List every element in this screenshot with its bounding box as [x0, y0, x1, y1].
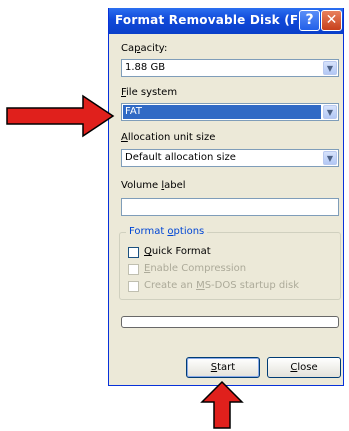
red-arrow-annotation [6, 94, 115, 138]
close-button[interactable]: Close [267, 357, 341, 378]
capacity-label: Capacity: [121, 43, 168, 54]
msdos-startup-label: Create an MS-DOS startup disk [144, 280, 300, 291]
allocation-label: Allocation unit size [121, 132, 216, 143]
file-system-label: File system [121, 87, 178, 98]
capacity-value: 1.88 GB [125, 62, 166, 73]
title-bar[interactable]: Format Removable Disk (F:) ? ✕ [109, 8, 343, 34]
format-progress-bar [121, 316, 339, 328]
window-title: Format Removable Disk (F:) [115, 13, 309, 27]
allocation-dropdown[interactable]: Default allocation size ▼ [121, 149, 339, 167]
help-button[interactable]: ? [299, 10, 320, 31]
enable-compression-label: Enable Compression [144, 263, 247, 274]
quick-format-checkbox[interactable] [128, 247, 139, 258]
format-options-legend: Format options [126, 226, 208, 237]
help-icon: ? [305, 12, 314, 28]
red-arrow-annotation [200, 380, 244, 429]
start-button[interactable]: Start [186, 357, 260, 378]
file-system-dropdown[interactable]: FAT ▼ [121, 103, 339, 121]
dropdown-arrow-icon[interactable]: ▼ [323, 105, 337, 119]
format-options-group: Format options Quick Format Enable Compr… [119, 226, 341, 300]
format-dialog: Format Removable Disk (F:) ? ✕ Capacity:… [108, 8, 344, 386]
capacity-dropdown[interactable]: 1.88 GB ▼ [121, 59, 339, 77]
close-icon: ✕ [325, 12, 338, 28]
dropdown-arrow-icon[interactable]: ▼ [323, 61, 337, 75]
volume-label-label: Volume label [121, 180, 186, 191]
volume-label-input[interactable] [121, 198, 339, 216]
selection-highlight [123, 105, 321, 119]
file-system-value: FAT [125, 106, 143, 117]
enable-compression-checkbox [128, 264, 139, 275]
dropdown-arrow-icon[interactable]: ▼ [323, 151, 337, 165]
allocation-value: Default allocation size [125, 152, 236, 163]
quick-format-label[interactable]: Quick Format [144, 246, 211, 257]
msdos-startup-checkbox [128, 281, 139, 292]
close-window-button[interactable]: ✕ [321, 10, 342, 31]
